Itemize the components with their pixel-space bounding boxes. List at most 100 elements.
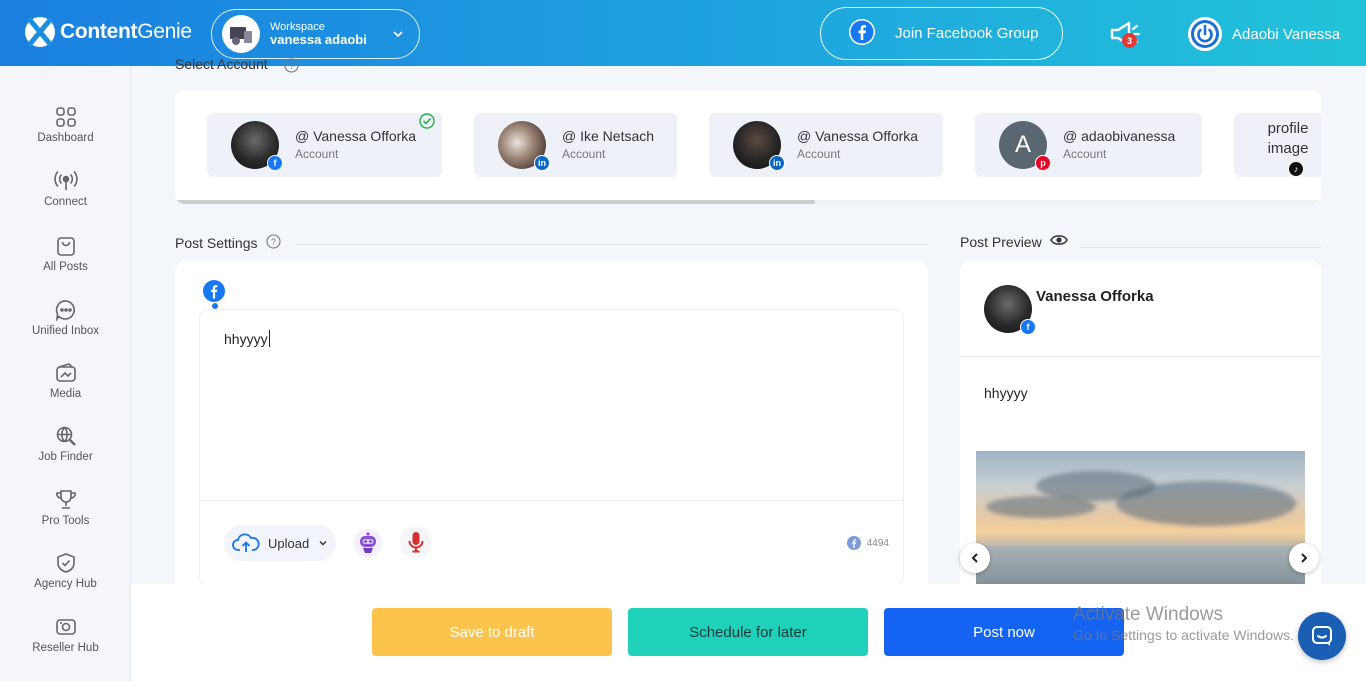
ai-robot-icon[interactable] (353, 528, 383, 563)
character-counter: 4494 (846, 536, 889, 550)
sidebar-item-pro-tools[interactable]: Pro Tools (0, 489, 131, 527)
tiktok-icon: ♪ (1288, 161, 1304, 177)
character-count: 4494 (866, 537, 889, 549)
sidebar-item-label: Job Finder (38, 451, 93, 463)
user-menu[interactable]: Adaobi Vanessa (1188, 17, 1340, 51)
chevron-right-icon (1301, 553, 1308, 563)
schedule-button[interactable]: Schedule for later (628, 608, 868, 656)
chevron-down-icon (391, 27, 405, 46)
post-content-text[interactable]: hhyyyy (224, 331, 268, 347)
upload-button[interactable]: Upload (224, 525, 336, 561)
eye-icon[interactable] (1049, 233, 1068, 250)
post-preview-title: Post Preview (960, 233, 1042, 250)
user-name: Adaobi Vanessa (1232, 25, 1341, 43)
account-handle: @ adaobivanessa (1063, 127, 1176, 144)
account-handle: @ Vanessa Offorka (295, 127, 417, 144)
post-content-editor[interactable]: hhyyyy Upload 4494 (199, 309, 904, 585)
account-card[interactable]: A p @ adaobivanessa Account (975, 113, 1202, 177)
post-settings-title: Post Settings (175, 235, 258, 251)
accounts-card: f @ Vanessa Offorka Account in @ Ike Net… (175, 90, 1321, 204)
chat-bubble-icon (1312, 626, 1332, 646)
logo-icon (24, 14, 56, 50)
help-icon[interactable]: ? (284, 58, 299, 78)
join-facebook-group-button[interactable]: Join Facebook Group (820, 7, 1063, 60)
watermark-line-1: Activate Windows (1073, 604, 1223, 625)
activate-windows-watermark: Activate Windows Go to Settings to activ… (1073, 603, 1294, 644)
bag-icon (56, 237, 75, 256)
trophy-icon (55, 490, 76, 509)
avatar-initial: A (1014, 131, 1031, 158)
next-arrow-button[interactable] (1289, 543, 1319, 573)
select-account-heading: Select Account (175, 56, 268, 72)
account-type: Account (295, 147, 339, 162)
text-caret (268, 330, 270, 347)
sidebar-item-label: Media (49, 388, 82, 400)
post-preview-heading: Post Preview (960, 233, 1068, 250)
divider (296, 244, 928, 245)
save-draft-button[interactable]: Save to draft (372, 608, 612, 656)
scrollbar-thumb[interactable] (175, 200, 815, 204)
account-type: Account (797, 147, 841, 162)
sidebar-item-dashboard[interactable]: Dashboard (0, 106, 131, 144)
sidebar-item-label: Connect (44, 196, 87, 208)
account-handle: @ Ike Netsach (562, 127, 655, 144)
sidebar-item-agency-hub[interactable]: Agency Hub (0, 552, 131, 590)
select-account-label: Select Account (175, 56, 268, 72)
search-globe-icon (56, 426, 76, 446)
account-card[interactable]: in @ Ike Netsach Account (474, 113, 677, 177)
linkedin-icon: in (534, 155, 550, 171)
sidebar-item-job-finder[interactable]: Job Finder (0, 425, 131, 463)
previous-arrow-button[interactable] (960, 543, 990, 573)
post-settings-heading: Post Settings ? (175, 234, 281, 252)
avatar: f (231, 121, 283, 171)
support-chat-button[interactable] (1298, 612, 1346, 660)
check-circle-icon (419, 113, 435, 134)
sidebar-item-label: Dashboard (37, 132, 94, 144)
sidebar-item-label: Unified Inbox (31, 325, 100, 337)
facebook-icon (849, 18, 875, 49)
avatar: in (733, 121, 785, 171)
divider (960, 356, 1321, 357)
sidebar-item-all-posts[interactable]: All Posts (0, 235, 131, 273)
microphone-icon[interactable] (400, 526, 432, 558)
help-icon[interactable]: ? (265, 234, 281, 252)
account-card[interactable]: in @ Vanessa Offorka Account (709, 113, 943, 177)
facebook-icon: f (1020, 319, 1036, 335)
preview-image (976, 451, 1305, 591)
broken-profile-image: profile image (1267, 120, 1309, 157)
power-icon (1188, 17, 1222, 51)
sidebar-item-label: Pro Tools (41, 515, 90, 527)
avatar: A p (999, 121, 1051, 171)
sidebar-item-reseller-hub[interactable]: Reseller Hub (0, 616, 131, 654)
preview-content-text: hhyyyy (984, 385, 1028, 401)
upload-label: Upload (268, 535, 310, 551)
join-facebook-group-label: Join Facebook Group (895, 25, 1039, 42)
post-settings-card: hhyyyy Upload 4494 (175, 261, 928, 591)
watermark-line-2: Go to Settings to activate Windows. (1073, 626, 1294, 643)
sidebar-item-label: All Posts (43, 261, 88, 273)
chat-icon (55, 300, 75, 321)
account-card[interactable]: profile image ♪ (1234, 113, 1321, 177)
notification-badge: 3 (1122, 33, 1137, 48)
account-handle: @ Vanessa Offorka (797, 127, 919, 144)
horizontal-scrollbar[interactable] (175, 200, 1321, 204)
sidebar-item-label: Reseller Hub (32, 642, 99, 654)
workspace-switcher[interactable]: Workspace vanessa adaobi (211, 9, 420, 59)
avatar: f (984, 285, 1036, 335)
facebook-icon: f (267, 155, 283, 171)
svg-text:?: ? (270, 237, 275, 247)
divider (1080, 247, 1321, 248)
sidebar-item-connect[interactable]: Connect (0, 170, 131, 208)
chevron-left-icon (971, 553, 978, 563)
sidebar: Dashboard Connect All Posts Unified Inbo… (0, 66, 131, 681)
wallet-icon (55, 363, 76, 382)
camera-icon (55, 619, 76, 635)
preview-account-name: Vanessa Offorka (1036, 288, 1154, 305)
sidebar-item-unified-inbox[interactable]: Unified Inbox (0, 299, 131, 337)
brand-logo[interactable]: ContentGenie (24, 14, 192, 50)
account-card[interactable]: f @ Vanessa Offorka Account (207, 113, 442, 177)
shield-check-icon (56, 553, 75, 573)
svg-text:?: ? (289, 61, 294, 71)
sidebar-item-media[interactable]: Media (0, 362, 131, 400)
account-type: Account (562, 147, 606, 162)
